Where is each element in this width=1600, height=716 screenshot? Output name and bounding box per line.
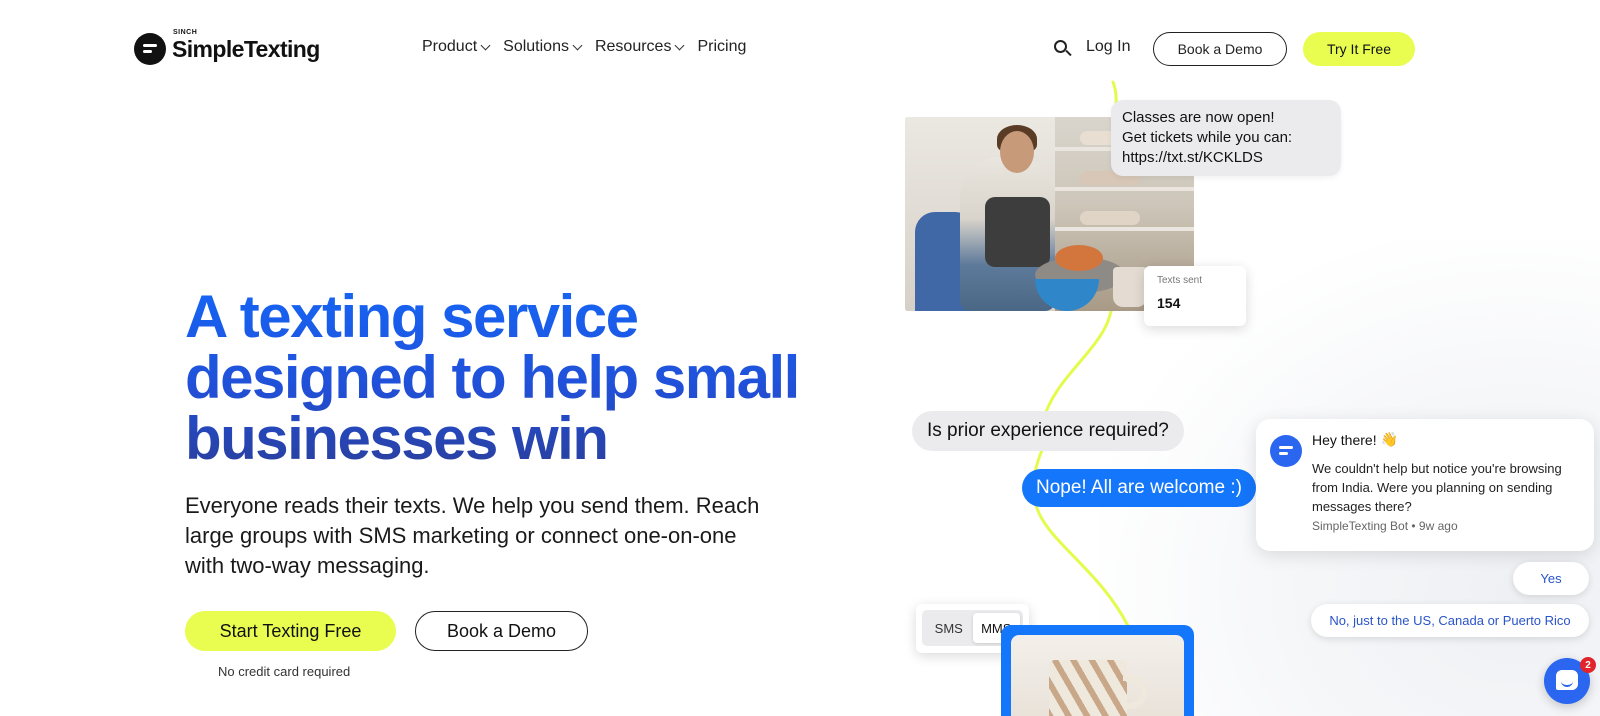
nav-item-resources[interactable]: Resources (594, 38, 685, 56)
chat-message-card[interactable]: Hey there! 👋 We couldn't help but notice… (1256, 419, 1594, 551)
book-demo-nav-button[interactable]: Book a Demo (1153, 32, 1287, 66)
nav-item-label: Product (422, 38, 478, 55)
logo-mark-icon (134, 33, 166, 65)
waving-hand-icon: 👋 (1380, 431, 1399, 447)
bot-avatar-icon (1270, 435, 1302, 467)
logo[interactable]: SINCH SimpleTexting (134, 29, 320, 65)
nav-item-label: Pricing (697, 38, 747, 55)
hero-subtitle: Everyone reads their texts. We help you … (185, 493, 760, 578)
chat-meta: SimpleTexting Bot • 9w ago (1312, 519, 1458, 533)
message-bubble-answer: Nope! All are welcome :) (1022, 469, 1256, 507)
hero-title: A texting service designed to help small… (185, 286, 805, 469)
stat-value: 154 (1157, 295, 1181, 311)
bubble-line: Get tickets while you can: (1122, 129, 1293, 146)
no-credit-card-note: No credit card required (218, 664, 351, 679)
chevron-down-icon (675, 40, 685, 50)
nav-item-label: Resources (594, 38, 672, 55)
chevron-down-icon (572, 40, 583, 50)
message-bubble-question: Is prior experience required? (912, 411, 1184, 451)
chat-bubble-icon (1556, 670, 1578, 690)
unread-badge: 2 (1580, 657, 1596, 673)
texts-sent-card: Texts sent 154 (1144, 266, 1246, 326)
chevron-down-icon (480, 40, 491, 50)
nav-item-pricing[interactable]: Pricing (697, 38, 746, 56)
nav-item-label: Solutions (503, 38, 569, 55)
mug-photo (1001, 625, 1194, 716)
logo-sinch-label: SINCH (173, 28, 198, 36)
quick-reply-yes[interactable]: Yes (1513, 562, 1589, 595)
bubble-line: https://txt.st/KCKLDS (1122, 149, 1263, 166)
start-texting-button[interactable]: Start Texting Free (185, 611, 396, 651)
toggle-option-sms: SMS (934, 620, 963, 636)
message-bubble-classes: Classes are now open! Get tickets while … (1111, 100, 1341, 176)
try-free-button[interactable]: Try It Free (1303, 32, 1415, 66)
book-demo-hero-button[interactable]: Book a Demo (415, 611, 588, 651)
logo-name: SimpleTexting (172, 35, 320, 62)
quick-reply-no[interactable]: No, just to the US, Canada or Puerto Ric… (1311, 604, 1589, 637)
search-icon[interactable] (1054, 40, 1072, 57)
nav-item-product[interactable]: Product (422, 38, 491, 56)
stat-label: Texts sent (1157, 275, 1203, 286)
nav-item-solutions[interactable]: Solutions (503, 38, 583, 56)
bubble-line: Classes are now open! (1122, 109, 1275, 126)
chat-greeting: Hey there! (1312, 431, 1377, 448)
chat-message: We couldn't help but notice you're brows… (1312, 461, 1562, 514)
main-nav: Product Solutions Resources Pricing (422, 38, 746, 56)
login-link[interactable]: Log In (1086, 38, 1130, 56)
logo-wordmark: SINCH SimpleTexting (172, 29, 320, 63)
